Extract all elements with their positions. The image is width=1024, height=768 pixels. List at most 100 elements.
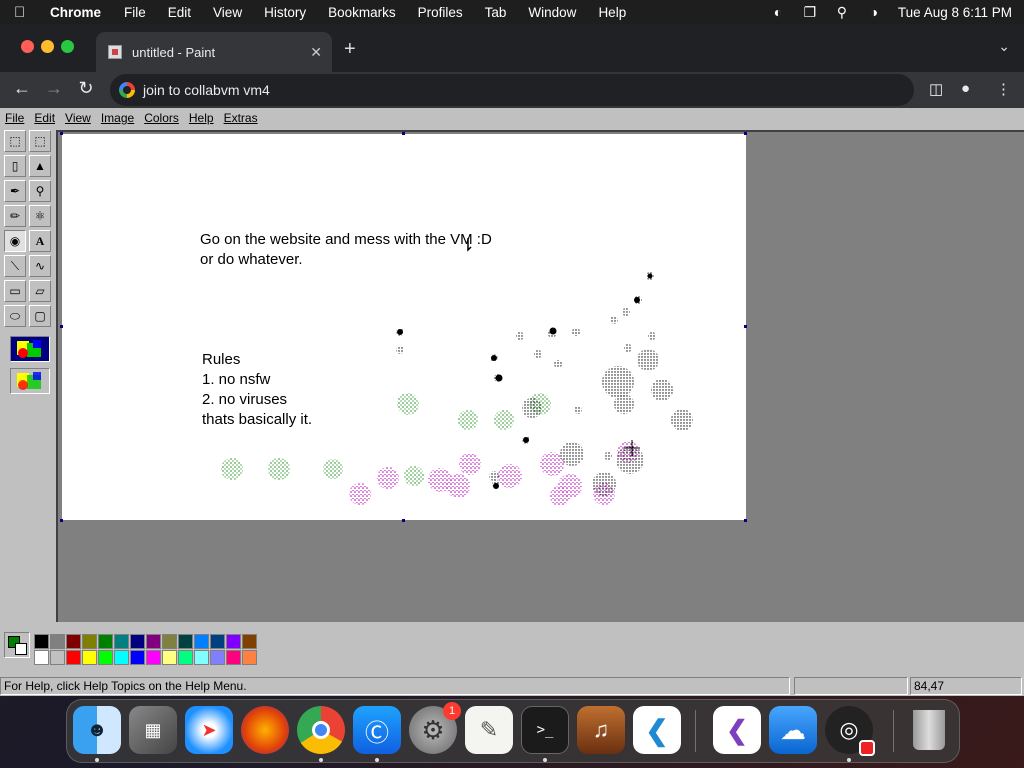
palette-color-swatch[interactable] [146, 634, 161, 649]
new-tab-icon[interactable]: + [344, 38, 356, 61]
address-bar[interactable]: join to collabvm vm4 [110, 74, 914, 106]
palette-color-swatch[interactable] [210, 634, 225, 649]
palette-color-swatch[interactable] [82, 650, 97, 665]
paint-menu-edit[interactable]: Edit [34, 111, 55, 125]
maximize-window-button[interactable] [61, 40, 74, 53]
current-colors[interactable] [4, 632, 30, 658]
menu-view[interactable]: View [213, 5, 242, 20]
address-text[interactable]: join to collabvm vm4 [143, 82, 270, 98]
resize-handle[interactable] [60, 519, 63, 522]
control-center-icon[interactable]: ◑ [858, 4, 890, 20]
minimize-window-button[interactable] [41, 40, 54, 53]
close-window-button[interactable] [21, 40, 34, 53]
tab-search-chevron-icon[interactable]: ⌄ [998, 38, 1010, 55]
screen-recorder-icon[interactable]: ◐ [762, 4, 794, 20]
palette-color-swatch[interactable] [194, 650, 209, 665]
paint-menu-extras[interactable]: Extras [224, 111, 258, 125]
palette-color-swatch[interactable] [162, 650, 177, 665]
palette-color-swatch[interactable] [226, 634, 241, 649]
palette-color-swatch[interactable] [34, 634, 49, 649]
firefox-icon[interactable] [241, 706, 289, 754]
resize-handle[interactable] [744, 132, 747, 135]
resize-handle[interactable] [402, 132, 405, 135]
resize-handle[interactable] [60, 325, 63, 328]
close-tab-icon[interactable]: ✕ [310, 44, 322, 61]
menu-window[interactable]: Window [528, 5, 576, 20]
palette-color-swatch[interactable] [66, 634, 81, 649]
brush-tool-icon[interactable]: ⚛ [29, 205, 51, 227]
menu-app-name[interactable]: Chrome [50, 5, 101, 20]
palette-color-swatch[interactable] [114, 634, 129, 649]
system-settings-icon[interactable]: ⚙ 1 [409, 702, 461, 754]
airbrush-tool-icon[interactable]: ◉ [4, 230, 26, 252]
palette-color-swatch[interactable] [114, 650, 129, 665]
browser-tab[interactable]: untitled - Paint ✕ [96, 32, 332, 72]
palette-color-swatch[interactable] [178, 634, 193, 649]
drawing-canvas[interactable]: Go on the website and mess with the VM :… [62, 134, 746, 520]
weather-icon[interactable]: ☁ [769, 706, 817, 754]
free-select-tool-icon[interactable]: ⬚ [4, 130, 26, 152]
menu-history[interactable]: History [264, 5, 306, 20]
launchpad-icon[interactable]: ▦ [129, 706, 177, 754]
spotlight-search-icon[interactable]: ⚲ [826, 4, 858, 21]
resize-handle[interactable] [744, 325, 747, 328]
window-stack-icon[interactable]: ❐ [794, 4, 826, 21]
pencil-tool-icon[interactable]: ✏ [4, 205, 26, 227]
color-picker-tool-icon[interactable]: ✒ [4, 180, 26, 202]
reload-icon[interactable]: ↻ [74, 78, 98, 99]
paint-menu-help[interactable]: Help [189, 111, 214, 125]
palette-color-swatch[interactable] [130, 650, 145, 665]
palette-color-swatch[interactable] [242, 650, 257, 665]
safari-icon[interactable]: ➤ [185, 706, 233, 754]
rounded-rectangle-tool-icon[interactable]: ▢ [29, 305, 51, 327]
garageband-icon[interactable]: ♫ [577, 706, 625, 754]
palette-color-swatch[interactable] [34, 650, 49, 665]
palette-color-swatch[interactable] [178, 650, 193, 665]
side-panel-icon[interactable]: ◫ [929, 80, 943, 98]
ellipse-tool-icon[interactable]: ⬭ [4, 305, 26, 327]
paint-menu-colors[interactable]: Colors [144, 111, 179, 125]
app-store-icon[interactable]: Ⓒ [353, 706, 401, 754]
palette-color-swatch[interactable] [50, 634, 65, 649]
menu-file[interactable]: File [124, 5, 146, 20]
tool-option-transparent-icon[interactable] [10, 368, 50, 394]
palette-color-swatch[interactable] [162, 634, 177, 649]
back-arrow-icon[interactable]: ← [10, 78, 34, 99]
fill-bucket-tool-icon[interactable]: ▲ [29, 155, 51, 177]
menu-profiles[interactable]: Profiles [418, 5, 463, 20]
palette-color-swatch[interactable] [210, 650, 225, 665]
magnifier-tool-icon[interactable]: ⚲ [29, 180, 51, 202]
paint-menu-view[interactable]: View [65, 111, 91, 125]
more-menu-icon[interactable]: ⋮ [996, 80, 1011, 98]
menubar-clock[interactable]: Tue Aug 8 6:11 PM [898, 5, 1012, 20]
line-tool-icon[interactable]: ⟍ [4, 255, 26, 277]
apple-icon[interactable]:  [14, 4, 40, 21]
menu-tab[interactable]: Tab [485, 5, 507, 20]
palette-color-swatch[interactable] [98, 650, 113, 665]
menu-bookmarks[interactable]: Bookmarks [328, 5, 396, 20]
rect-select-tool-icon[interactable]: ⬚ [29, 130, 51, 152]
textedit-icon[interactable]: ✎ [465, 706, 513, 754]
chrome-icon[interactable] [297, 706, 345, 754]
paint-menu-image[interactable]: Image [101, 111, 134, 125]
palette-color-swatch[interactable] [226, 650, 241, 665]
polygon-tool-icon[interactable]: ▱ [29, 280, 51, 302]
palette-color-swatch[interactable] [242, 634, 257, 649]
palette-color-swatch[interactable] [194, 634, 209, 649]
palette-color-swatch[interactable] [98, 634, 113, 649]
eraser-tool-icon[interactable]: ▯ [4, 155, 26, 177]
rectangle-tool-icon[interactable]: ▭ [4, 280, 26, 302]
vscode-icon[interactable]: ❮ [633, 706, 681, 754]
palette-color-swatch[interactable] [146, 650, 161, 665]
resize-handle[interactable] [60, 132, 63, 135]
trash-icon[interactable] [905, 706, 953, 754]
profile-icon[interactable]: ● [961, 80, 970, 97]
menu-help[interactable]: Help [598, 5, 626, 20]
resize-handle[interactable] [744, 519, 747, 522]
curve-tool-icon[interactable]: ∿ [29, 255, 51, 277]
finder-icon[interactable]: ☻ [73, 706, 121, 754]
palette-color-swatch[interactable] [66, 650, 81, 665]
obs-icon[interactable]: ◎ [825, 706, 875, 756]
tool-option-opaque-icon[interactable] [10, 336, 50, 362]
palette-color-swatch[interactable] [50, 650, 65, 665]
